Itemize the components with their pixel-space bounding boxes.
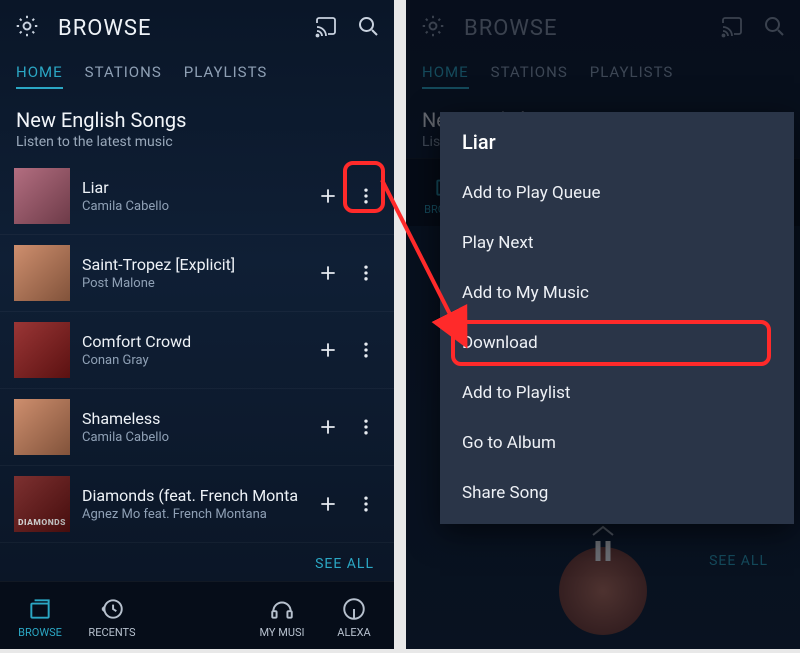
add-icon[interactable] [314,259,342,287]
song-actions [314,490,380,518]
tabs: HOME STATIONS PLAYLISTS [0,56,394,96]
more-icon[interactable] [352,182,380,210]
song-row[interactable]: Liar Camila Cabello [0,158,394,235]
page-title: BROWSE [464,16,557,41]
more-icon[interactable] [352,490,380,518]
phone-screenshot-left: BROWSE HOME STATIONS PLAYLISTS New Engli… [0,0,394,649]
song-row[interactable]: Diamonds (feat. French Monta Agnez Mo fea… [0,466,394,543]
tab-stations[interactable]: STATIONS [491,63,568,89]
song-actions [314,182,380,210]
song-text: Liar Camila Cabello [82,178,302,214]
context-menu-item[interactable]: Play Next [440,218,794,268]
song-artist: Agnez Mo feat. French Montana [82,507,302,522]
nav-browse[interactable]: BROWSE [4,588,76,647]
song-title: Liar [82,178,302,197]
song-artist: Camila Cabello [82,430,302,445]
context-menu-item[interactable]: Download [440,318,794,368]
song-actions [314,413,380,441]
add-icon[interactable] [314,490,342,518]
page-title: BROWSE [58,16,151,41]
song-list: Liar Camila Cabello Saint-Tropez [Explicit… [0,158,394,543]
song-row[interactable]: Comfort Crowd Conan Gray [0,312,394,389]
tab-home[interactable]: HOME [422,63,469,89]
add-icon[interactable] [314,413,342,441]
pause-icon[interactable] [588,536,618,570]
more-icon[interactable] [352,413,380,441]
context-menu-item[interactable]: Add to My Music [440,268,794,318]
top-bar: BROWSE [406,0,800,56]
add-icon[interactable] [314,182,342,210]
phone-screenshot-right: BROWSE HOME STATIONS PLAYLISTS New Engli… [406,0,800,649]
more-icon[interactable] [352,336,380,364]
now-playing-bar[interactable] [406,525,800,581]
nav-alexa-label: ALEXA [337,626,370,639]
section-subtitle: Listen to the latest music [16,134,378,150]
nav-recents-label: RECENTS [88,626,135,639]
tabs: HOME STATIONS PLAYLISTS [406,56,800,96]
song-artist: Conan Gray [82,353,302,368]
song-text: Saint-Tropez [Explicit] Post Malone [82,255,302,291]
cast-icon[interactable] [720,14,744,42]
album-art [14,476,70,532]
song-title: Diamonds (feat. French Monta [82,486,302,505]
song-row[interactable]: Shameless Camila Cabello [0,389,394,466]
cast-icon[interactable] [314,14,338,42]
song-actions [314,336,380,364]
search-icon[interactable] [356,14,380,42]
context-menu-item[interactable]: Go to Album [440,418,794,468]
album-art [14,168,70,224]
nav-mymusic[interactable]: MY MUSI [246,588,318,647]
song-title: Shameless [82,409,302,428]
song-text: Diamonds (feat. French Monta Agnez Mo fea… [82,486,302,522]
tab-home[interactable]: HOME [16,63,63,89]
song-actions [314,259,380,287]
album-art [14,322,70,378]
tab-playlists[interactable]: PLAYLISTS [590,63,674,89]
tab-stations[interactable]: STATIONS [85,63,162,89]
section-title: New English Songs [16,108,378,132]
gear-icon[interactable] [420,13,446,43]
nav-recents[interactable]: RECENTS [76,588,148,647]
context-menu-item[interactable]: Share Song [440,468,794,518]
album-art [14,245,70,301]
gear-icon[interactable] [14,13,40,43]
context-menu: Liar Add to Play QueuePlay NextAdd to My… [440,112,794,524]
song-text: Shameless Camila Cabello [82,409,302,445]
context-menu-item[interactable]: Add to Play Queue [440,168,794,218]
top-bar: BROWSE [0,0,394,56]
see-all-link[interactable]: SEE ALL [315,556,374,572]
song-artist: Post Malone [82,276,302,291]
song-artist: Camila Cabello [82,199,302,214]
song-title: Saint-Tropez [Explicit] [82,255,302,274]
add-icon[interactable] [314,336,342,364]
more-icon[interactable] [352,259,380,287]
bottom-nav: BROWSE RECENTS MY MUSI ALEXA [0,581,394,649]
see-all: SEE ALL [0,543,394,580]
song-row[interactable]: Saint-Tropez [Explicit] Post Malone [0,235,394,312]
album-art [14,399,70,455]
search-icon[interactable] [762,14,786,42]
section-header: New English Songs Listen to the latest m… [0,96,394,158]
context-menu-title: Liar [440,112,794,168]
nav-alexa[interactable]: ALEXA [318,588,390,647]
context-menu-item[interactable]: Add to Playlist [440,368,794,418]
song-title: Comfort Crowd [82,332,302,351]
nav-mymusic-label: MY MUSI [259,626,304,639]
nav-browse-label: BROWSE [18,626,62,639]
tab-playlists[interactable]: PLAYLISTS [184,63,268,89]
song-text: Comfort Crowd Conan Gray [82,332,302,368]
